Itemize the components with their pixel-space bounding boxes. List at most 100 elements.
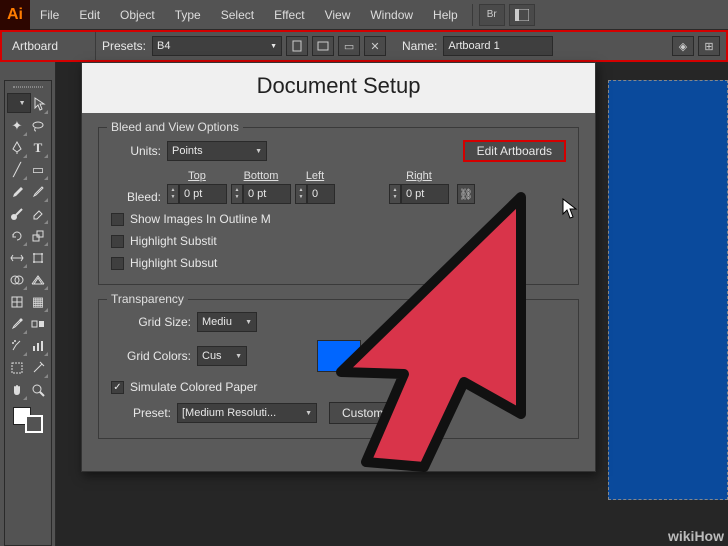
- bleed-right-header: Right: [406, 170, 432, 182]
- presets-label: Presets:: [102, 39, 146, 53]
- highlight-sub-fonts-checkbox[interactable]: [111, 235, 124, 248]
- bleed-bottom-input[interactable]: 0 pt: [243, 184, 291, 204]
- zoom-tool[interactable]: [28, 379, 49, 401]
- name-label: Name:: [402, 39, 437, 53]
- bleed-view-fieldset: Bleed and View Options Units: Points Edi…: [98, 127, 579, 285]
- type-tool[interactable]: T: [28, 137, 49, 159]
- grid-colors-select[interactable]: Cus: [197, 346, 247, 366]
- pencil-tool[interactable]: [28, 181, 49, 203]
- magic-wand-tool[interactable]: ✦: [7, 115, 28, 137]
- bleed-left-header: Left: [306, 170, 324, 182]
- bleed-left-input[interactable]: 0: [307, 184, 335, 204]
- preset-label: Preset:: [111, 406, 171, 420]
- orientation-portrait-icon[interactable]: [286, 36, 308, 56]
- bleed-right-stepper[interactable]: [389, 184, 401, 204]
- preset-select[interactable]: [Medium Resoluti...: [177, 403, 317, 423]
- bleed-top-input[interactable]: 0 pt: [179, 184, 227, 204]
- control-tool-label: Artboard: [2, 32, 96, 60]
- document-setup-dialog: Document Setup Bleed and View Options Un…: [81, 62, 596, 472]
- show-images-outline-label: Show Images In Outline M: [130, 212, 271, 226]
- rectangle-tool[interactable]: ▭: [28, 159, 49, 181]
- toolbox: ✦ T ╱▭ ▦: [4, 80, 52, 546]
- artboard-tool[interactable]: [7, 357, 28, 379]
- layout-button[interactable]: [509, 4, 535, 26]
- divider: [472, 4, 473, 26]
- toolbox-panel: ✦ T ╱▭ ▦: [0, 62, 56, 546]
- bleed-left-stepper[interactable]: [295, 184, 307, 204]
- eyedropper-tool[interactable]: [7, 313, 28, 335]
- toolbox-handle[interactable]: [7, 83, 49, 91]
- bleed-right-input[interactable]: 0 pt: [401, 184, 449, 204]
- orientation-landscape-icon[interactable]: [312, 36, 334, 56]
- artboard-add-icon[interactable]: ⊞: [698, 36, 720, 56]
- watermark: wikiHow: [668, 528, 724, 544]
- highlight-sub-glyphs-label: Highlight Subsut: [130, 256, 217, 270]
- slice-tool[interactable]: [28, 357, 49, 379]
- units-label: Units:: [111, 144, 161, 158]
- paintbrush-tool[interactable]: [7, 181, 28, 203]
- blend-tool[interactable]: [28, 313, 49, 335]
- bleed-top-header: Top: [188, 170, 206, 182]
- mesh-tool[interactable]: [7, 291, 28, 313]
- app-logo: Ai: [0, 0, 30, 30]
- free-transform-tool[interactable]: [28, 247, 49, 269]
- menu-view[interactable]: View: [315, 0, 361, 30]
- shape-builder-tool[interactable]: [7, 269, 28, 291]
- show-images-outline-checkbox[interactable]: [111, 213, 124, 226]
- transparency-legend: Transparency: [107, 292, 188, 306]
- rotate-tool[interactable]: [7, 225, 28, 247]
- link-bleed-icon[interactable]: ⛓: [457, 184, 475, 204]
- direct-selection-tool[interactable]: [31, 93, 49, 115]
- grid-colors-label: Grid Colors:: [111, 349, 191, 363]
- grid-size-select[interactable]: Mediu: [197, 312, 257, 332]
- menu-file[interactable]: File: [30, 0, 69, 30]
- bleed-bottom-stepper[interactable]: [231, 184, 243, 204]
- artboard-name-input[interactable]: [443, 36, 553, 56]
- menu-help[interactable]: Help: [423, 0, 468, 30]
- menu-window[interactable]: Window: [360, 0, 423, 30]
- menu-type[interactable]: Type: [165, 0, 211, 30]
- symbol-sprayer-tool[interactable]: [7, 335, 28, 357]
- width-tool[interactable]: [7, 247, 28, 269]
- units-select[interactable]: Points: [167, 141, 267, 161]
- highlight-sub-fonts-label: Highlight Substit: [130, 234, 217, 248]
- pen-tool[interactable]: [7, 137, 28, 159]
- transparency-fieldset: Transparency Grid Size: Mediu Grid Color…: [98, 299, 579, 439]
- bleed-label: Bleed:: [111, 190, 161, 204]
- new-artboard-icon[interactable]: ▭: [338, 36, 360, 56]
- menu-bar: Ai File Edit Object Type Select Effect V…: [0, 0, 728, 30]
- grid-color-swatch-2[interactable]: [371, 340, 415, 372]
- delete-artboard-icon[interactable]: ✕: [364, 36, 386, 56]
- stroke-swatch[interactable]: [25, 415, 43, 433]
- perspective-grid-tool[interactable]: [28, 269, 49, 291]
- gradient-tool[interactable]: ▦: [28, 291, 49, 313]
- menu-effect[interactable]: Effect: [264, 0, 314, 30]
- eraser-tool[interactable]: [28, 203, 49, 225]
- canvas-stage: Document Setup Bleed and View Options Un…: [56, 62, 728, 546]
- edit-artboards-button[interactable]: Edit Artboards: [463, 140, 566, 162]
- presets-dropdown[interactable]: B4: [152, 36, 282, 56]
- column-graph-tool[interactable]: [28, 335, 49, 357]
- grid-color-swatch-1[interactable]: [317, 340, 361, 372]
- bleed-bottom-header: Bottom: [244, 170, 279, 182]
- simulate-paper-checkbox[interactable]: ✓: [111, 381, 124, 394]
- custom-preset-button[interactable]: Custom...: [329, 402, 406, 424]
- dialog-title: Document Setup: [82, 63, 595, 113]
- selection-tool[interactable]: [7, 93, 31, 113]
- scale-tool[interactable]: [28, 225, 49, 247]
- bridge-button[interactable]: Br: [479, 4, 505, 26]
- grid-size-label: Grid Size:: [111, 315, 191, 329]
- hand-tool[interactable]: [7, 379, 28, 401]
- artboard-options-icon[interactable]: ◈: [672, 36, 694, 56]
- blob-brush-tool[interactable]: [7, 203, 28, 225]
- bleed-view-legend: Bleed and View Options: [107, 120, 243, 134]
- line-tool[interactable]: ╱: [7, 159, 28, 181]
- menu-select[interactable]: Select: [211, 0, 264, 30]
- workspace: ✦ T ╱▭ ▦ Document Setup Bleed an: [0, 62, 728, 546]
- bleed-top-stepper[interactable]: [167, 184, 179, 204]
- highlight-sub-glyphs-checkbox[interactable]: [111, 257, 124, 270]
- menu-edit[interactable]: Edit: [69, 0, 110, 30]
- menu-object[interactable]: Object: [110, 0, 165, 30]
- lasso-tool[interactable]: [28, 115, 49, 137]
- artboard-canvas[interactable]: [608, 80, 728, 500]
